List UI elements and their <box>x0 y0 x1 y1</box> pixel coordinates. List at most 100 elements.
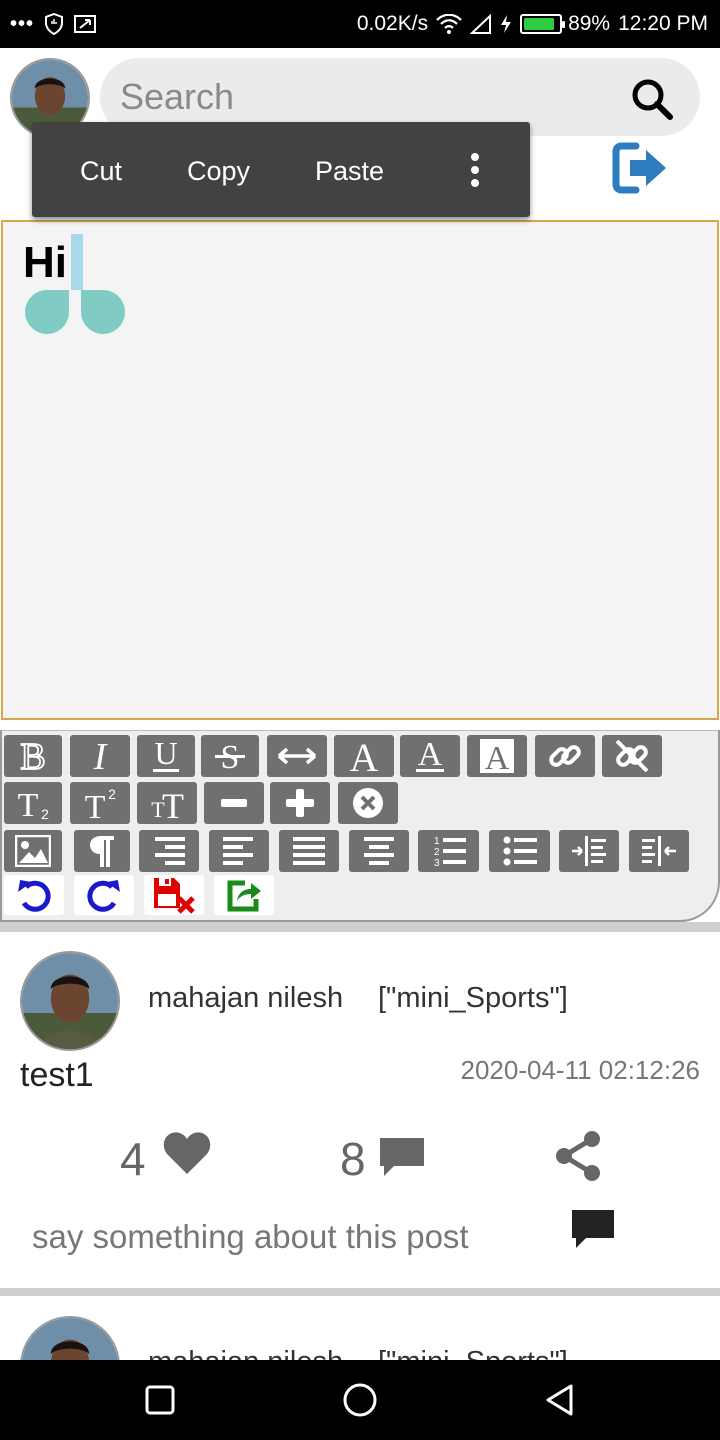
svg-text:I: I <box>93 738 109 774</box>
insert-image-button[interactable] <box>4 830 62 872</box>
share-external-icon <box>227 880 261 912</box>
indent-icon <box>572 836 606 866</box>
post-author-name[interactable]: mahajan nilesh <box>148 982 343 1015</box>
bold-button[interactable]: B <box>4 735 62 777</box>
undo-button[interactable] <box>4 875 64 915</box>
svg-text:T: T <box>162 786 184 821</box>
charging-icon <box>500 14 512 34</box>
strikethrough-icon: S <box>215 739 245 774</box>
send-comment-icon[interactable] <box>570 1208 616 1250</box>
back-icon[interactable] <box>540 1380 580 1420</box>
strikethrough-button[interactable]: S <box>201 735 259 777</box>
font-background-button[interactable]: A <box>467 735 527 777</box>
selection-handle-end[interactable] <box>81 290 125 334</box>
italic-icon: I <box>93 738 109 774</box>
svg-text:T: T <box>18 787 39 821</box>
insert-link-button[interactable] <box>535 735 595 777</box>
editor-toolbar: B I U S A A A T2 T2 TT 1 2 3 <box>0 730 720 922</box>
link-icon <box>549 745 581 767</box>
section-divider <box>0 922 720 932</box>
shield-icon <box>44 13 64 35</box>
status-bar-right: 0.02K/s 89% 12:20 PM <box>357 0 708 48</box>
selection-handle-start[interactable] <box>25 290 69 334</box>
subscript-button[interactable]: T2 <box>4 782 62 824</box>
svg-text:3: 3 <box>434 858 440 868</box>
navigation-bar <box>0 1360 720 1440</box>
redo-icon <box>87 880 120 912</box>
svg-text:1: 1 <box>434 836 440 847</box>
font-underline-color-button[interactable]: A <box>400 735 460 777</box>
text-size-button[interactable]: TT <box>137 782 197 824</box>
text-width-button[interactable] <box>267 735 327 777</box>
home-icon[interactable] <box>340 1380 380 1420</box>
decrease-button[interactable] <box>204 782 264 824</box>
network-speed: 0.02K/s <box>356 12 429 35</box>
italic-button[interactable]: I <box>70 735 130 777</box>
post-title: test1 <box>20 1056 94 1094</box>
redo-button[interactable] <box>74 875 134 915</box>
font-color-icon: A <box>350 737 379 775</box>
logout-icon[interactable] <box>612 142 670 194</box>
align-right-button[interactable] <box>139 830 199 872</box>
more-options-icon[interactable] <box>460 150 490 190</box>
post-timestamp: 2020-04-11 02:12:26 <box>460 1055 701 1085</box>
wifi-icon <box>436 14 462 34</box>
cell-signal-icon <box>470 14 492 34</box>
remove-link-button[interactable] <box>602 735 662 777</box>
battery-percent: 89% <box>568 12 611 35</box>
clock: 12:20 PM <box>618 12 708 35</box>
bullet-list-icon <box>503 836 537 866</box>
copy-menu-item[interactable]: Copy <box>187 156 250 187</box>
align-center-button[interactable] <box>349 830 409 872</box>
superscript-icon: T2 <box>85 786 116 821</box>
svg-text:U: U <box>154 737 177 771</box>
underline-button[interactable]: U <box>137 735 195 777</box>
minus-icon <box>221 799 247 807</box>
font-underline-icon: A <box>416 737 444 773</box>
image-icon <box>15 835 51 867</box>
ordered-list-button[interactable]: 123 <box>418 830 479 872</box>
align-justify-icon <box>293 837 325 865</box>
heart-icon[interactable] <box>162 1130 212 1176</box>
superscript-button[interactable]: T2 <box>70 782 130 824</box>
align-left-button[interactable] <box>209 830 269 872</box>
outdent-button[interactable] <box>629 830 689 872</box>
post-author-avatar[interactable] <box>20 951 120 1051</box>
search-icon[interactable] <box>630 77 674 121</box>
unordered-list-button[interactable] <box>489 830 550 872</box>
svg-text:2: 2 <box>108 786 116 802</box>
editor-content[interactable]: Hi <box>23 238 67 288</box>
subscript-icon: T2 <box>18 787 49 821</box>
ordered-list-icon: 123 <box>434 836 466 868</box>
svg-text:B: B <box>20 738 45 774</box>
increase-button[interactable] <box>270 782 330 824</box>
font-background-icon: A <box>480 739 514 774</box>
font-color-button[interactable]: A <box>334 735 394 777</box>
comment-input[interactable] <box>32 1212 542 1262</box>
svg-text:A: A <box>418 737 443 773</box>
comment-count: 8 <box>340 1133 366 1185</box>
undo-icon <box>18 880 51 912</box>
delete-button[interactable] <box>144 875 204 915</box>
cut-menu-item[interactable]: Cut <box>80 156 122 187</box>
remove-format-button[interactable] <box>338 782 398 824</box>
justify-button[interactable] <box>279 830 339 872</box>
post-divider <box>0 1288 720 1296</box>
rich-text-editor[interactable]: Hi <box>1 220 719 720</box>
more-notifications-icon: ••• <box>10 12 35 35</box>
post-category: ["mini_Sports"] <box>378 982 568 1014</box>
paragraph-button[interactable] <box>74 830 130 872</box>
pilcrow-icon <box>90 836 114 867</box>
paste-menu-item[interactable]: Paste <box>315 156 384 187</box>
comment-icon[interactable] <box>378 1136 426 1178</box>
svg-text:A: A <box>350 737 379 775</box>
text-selection-context-menu: Cut Copy Paste <box>32 122 530 217</box>
share-icon[interactable] <box>554 1130 602 1182</box>
indent-button[interactable] <box>559 830 619 872</box>
align-right-icon <box>155 837 185 865</box>
share-post-button[interactable] <box>214 875 274 915</box>
svg-text:T: T <box>85 789 106 821</box>
screen-mirror-icon <box>74 14 97 34</box>
recent-apps-icon[interactable] <box>140 1380 180 1420</box>
horizontal-arrows-icon <box>277 747 317 765</box>
